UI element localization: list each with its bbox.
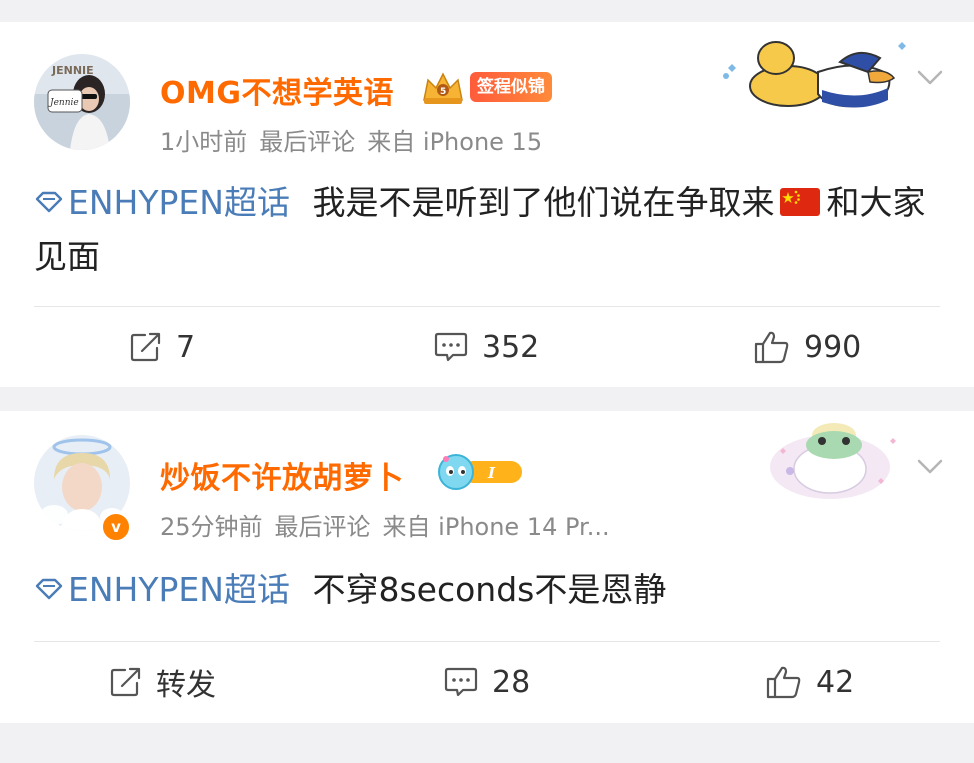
last-comment-label: 最后评论 xyxy=(274,513,371,541)
action-bar: 转发 28 42 xyxy=(0,642,974,722)
svg-text:5: 5 xyxy=(440,87,446,97)
user-avatar[interactable]: Jennie JENNIE xyxy=(34,54,130,150)
svg-text:I: I xyxy=(487,464,496,482)
chevron-down-icon[interactable] xyxy=(916,457,944,477)
verified-badge-icon: v xyxy=(100,511,132,543)
svg-text:JENNIE: JENNIE xyxy=(51,64,94,77)
comment-count: 352 xyxy=(482,329,540,365)
post-source: 来自 iPhone 14 Pr... xyxy=(382,513,610,541)
topic-link[interactable]: ENHYPEN超话 xyxy=(34,183,290,222)
post-card[interactable]: Jennie JENNIE OMG不想学英语 5 签程似锦 1小时前 最后评论 来自… xyxy=(0,22,974,387)
action-bar: 7 352 990 xyxy=(0,307,974,387)
member-level-icon: I xyxy=(438,454,522,490)
post-text: 不穿8seconds不是恩静 xyxy=(312,570,667,609)
post-content: ENHYPEN超话 我是不是听到了他们说在争取来 和大家见面 xyxy=(34,176,944,284)
post-time: 25分钟前 xyxy=(160,513,263,541)
post-meta: 1小时前 最后评论 来自 iPhone 15 xyxy=(160,122,554,157)
topic-link[interactable]: ENHYPEN超话 xyxy=(34,570,290,609)
comment-icon xyxy=(444,667,478,697)
repost-button[interactable]: 7 xyxy=(130,307,195,387)
diamond-icon xyxy=(35,191,63,212)
post-meta: 25分钟前 最后评论 来自 iPhone 14 Pr... xyxy=(160,507,622,542)
member-badge[interactable]: 签程似锦 xyxy=(470,72,552,102)
repost-icon xyxy=(110,667,141,697)
diamond-icon xyxy=(35,578,63,599)
like-count: 990 xyxy=(804,329,862,365)
crown-level-icon: 5 xyxy=(423,72,463,104)
china-flag-icon xyxy=(780,187,821,216)
like-button[interactable]: 42 xyxy=(766,642,854,722)
repost-label: 转发 xyxy=(156,668,216,703)
like-button[interactable]: 990 xyxy=(754,307,861,387)
comment-button[interactable]: 352 xyxy=(434,307,539,387)
comment-icon xyxy=(434,332,468,362)
repost-button[interactable]: 转发 xyxy=(110,642,216,722)
comment-count: 28 xyxy=(492,664,531,700)
comment-button[interactable]: 28 xyxy=(444,642,530,722)
repost-count: 7 xyxy=(176,329,196,365)
card-decoration-image xyxy=(723,41,906,108)
post-time: 1小时前 xyxy=(160,128,248,156)
post-text: 我是不是听到了他们说在争取来 xyxy=(312,183,775,222)
thumbs-up-icon xyxy=(754,331,789,364)
svg-text:Jennie: Jennie xyxy=(48,98,79,108)
post-content: ENHYPEN超话 不穿8seconds不是恩静 xyxy=(34,563,944,617)
thumbs-up-icon xyxy=(766,666,801,699)
repost-icon xyxy=(130,332,161,362)
chevron-down-icon[interactable] xyxy=(916,68,944,88)
username[interactable]: OMG不想学英语 xyxy=(160,68,394,112)
username[interactable]: 炒饭不许放胡萝卜 xyxy=(160,453,404,497)
like-count: 42 xyxy=(816,664,855,700)
card-decoration-image xyxy=(770,423,896,499)
post-card[interactable]: v 炒饭不许放胡萝卜 I 25分钟前 最后评论 来自 iPhone 14 Pr...… xyxy=(0,411,974,723)
post-source: 来自 iPhone 15 xyxy=(367,128,543,156)
last-comment-label: 最后评论 xyxy=(259,128,356,156)
